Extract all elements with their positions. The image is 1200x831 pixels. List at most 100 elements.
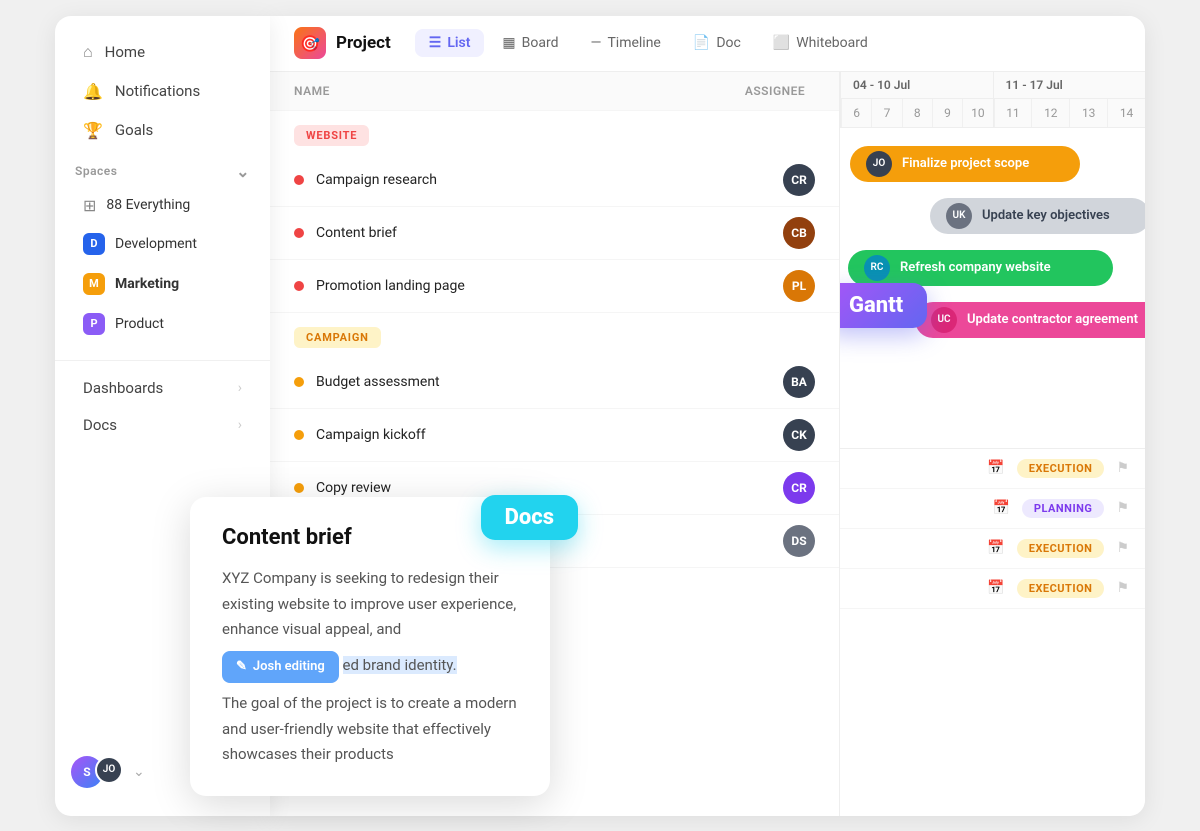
docs-paragraph-1: XYZ Company is seeking to redesign their… (222, 566, 518, 643)
right-row: 📅 EXECUTION ⚑ (840, 529, 1145, 569)
gantt-day: 12 (1031, 99, 1069, 127)
task-dot (294, 377, 304, 387)
task-dot (294, 281, 304, 291)
board-icon: ▦ (502, 35, 515, 51)
flag-icon: ⚑ (1116, 540, 1129, 556)
tab-list[interactable]: ☰ List (415, 29, 485, 57)
spaces-collapse-icon[interactable]: ⌄ (236, 162, 250, 181)
right-row: 📅 EXECUTION ⚑ (840, 569, 1145, 609)
week-label-1: 04 - 10 Jul (841, 72, 993, 99)
chevron-right-icon: › (238, 380, 242, 396)
website-badge: WEBSITE (294, 125, 369, 146)
task-dot (294, 228, 304, 238)
task-header-row: NAME ASSIGNEE (270, 72, 839, 111)
task-name: Budget assessment (316, 374, 771, 390)
gantt-bar-contractor: UC Update contractor agreement (915, 302, 1145, 338)
sidebar-item-everything[interactable]: ⊞ 88 Everything (63, 188, 262, 223)
docs-overlay-title: Content brief (222, 525, 518, 550)
edit-icon: ✎ (236, 656, 247, 678)
assignee-avatar: CK (783, 419, 815, 451)
flag-icon: ⚑ (1116, 580, 1129, 596)
task-name: Campaign kickoff (316, 427, 771, 443)
bar-label-4: Update contractor agreement (967, 312, 1138, 327)
sidebar-item-product[interactable]: P Product (63, 305, 262, 343)
gantt-body: JO Finalize project scope UK Update key … (840, 128, 1145, 448)
avatar-container: S JO (71, 756, 123, 788)
flag-icon: ⚑ (1116, 460, 1129, 476)
sidebar-item-marketing[interactable]: M Marketing (63, 265, 262, 303)
sidebar-item-goals-label: Goals (115, 121, 153, 139)
gantt-day: 6 (841, 99, 871, 127)
sidebar-item-product-label: Product (115, 316, 164, 332)
tab-whiteboard[interactable]: ⬜ Whiteboard (759, 29, 882, 57)
gantt-day: 11 (994, 99, 1032, 127)
campaign-section-header: CAMPAIGN (270, 313, 839, 356)
tab-board[interactable]: ▦ Board (488, 29, 572, 57)
gantt-bar-refresh: RC Refresh company website (848, 250, 1113, 286)
sidebar-item-marketing-label: Marketing (115, 276, 179, 292)
gantt-days-1: 6 7 8 9 10 (841, 99, 993, 127)
gantt-days-2: 11 12 13 14 (994, 99, 1146, 127)
gantt-day: 10 (962, 99, 992, 127)
whiteboard-icon: ⬜ (773, 35, 790, 51)
calendar-icon: 📅 (992, 500, 1009, 516)
docs-label: Docs (83, 416, 226, 434)
assignee-avatar: CR (783, 164, 815, 196)
status-badge: EXECUTION (1017, 539, 1105, 558)
task-row[interactable]: Campaign kickoff CK (270, 409, 839, 462)
calendar-icon: 📅 (987, 540, 1004, 556)
task-name: Copy review (316, 480, 771, 496)
grid-icon: ⊞ (83, 196, 96, 215)
sidebar-item-notifications[interactable]: 🔔 Notifications (63, 73, 262, 110)
calendar-icon: 📅 (987, 460, 1004, 476)
col-assignee: ASSIGNEE (735, 84, 815, 98)
sidebar-item-docs[interactable]: Docs › (63, 407, 262, 443)
josh-editing-label: Josh editing (253, 656, 325, 678)
task-dot (294, 430, 304, 440)
trophy-icon: 🏆 (83, 121, 103, 140)
header-tabs: 🎯 Project ☰ List ▦ Board ― Timeline 📄 Do… (270, 16, 1145, 72)
task-name: Promotion landing page (316, 278, 771, 294)
gantt-day: 9 (932, 99, 962, 127)
assignee-avatar: DS (783, 525, 815, 557)
bar-label-2: Update key objectives (982, 208, 1110, 223)
calendar-icon: 📅 (987, 580, 1004, 596)
sidebar-item-dashboards[interactable]: Dashboards › (63, 370, 262, 406)
bar-label-3: Refresh company website (900, 260, 1051, 275)
gantt-day: 8 (902, 99, 932, 127)
task-row[interactable]: Campaign research CR (270, 154, 839, 207)
docs-overlay-content: XYZ Company is seeking to redesign their… (222, 566, 518, 767)
tab-doc[interactable]: 📄 Doc (679, 29, 755, 57)
bar-label-1: Finalize project scope (902, 156, 1029, 171)
tab-timeline[interactable]: ― Timeline (577, 29, 675, 57)
week-label-2: 11 - 17 Jul (994, 72, 1146, 99)
sidebar-item-development[interactable]: D Development (63, 225, 262, 263)
gantt-header: 04 - 10 Jul 6 7 8 9 10 11 - 17 Jul 11 (840, 72, 1145, 128)
website-section-header: WEBSITE (270, 111, 839, 154)
gantt-panel: 04 - 10 Jul 6 7 8 9 10 11 - 17 Jul 11 (840, 72, 1145, 816)
spaces-section: Spaces ⌄ (55, 150, 270, 187)
docs-highlighted-text: ed brand identity. (343, 656, 457, 674)
gantt-bar-update: UK Update key objectives (930, 198, 1145, 234)
task-row[interactable]: Budget assessment BA (270, 356, 839, 409)
sidebar-item-development-label: Development (115, 236, 197, 252)
task-name: Campaign research (316, 172, 771, 188)
bar-avatar-2: UK (946, 203, 972, 229)
sidebar-item-home[interactable]: ⌂ Home (63, 33, 262, 71)
status-badge: EXECUTION (1017, 579, 1105, 598)
assignee-avatar: PL (783, 270, 815, 302)
task-name: Content brief (316, 225, 771, 241)
gantt-week-1: 04 - 10 Jul 6 7 8 9 10 (840, 72, 993, 127)
project-title: Project (336, 33, 391, 53)
josh-editing-badge: ✎ Josh editing (222, 651, 339, 683)
task-row[interactable]: Content brief CB (270, 207, 839, 260)
marketing-badge: M (83, 273, 105, 295)
chevron-right-icon-2: › (238, 417, 242, 433)
assignee-avatar: CB (783, 217, 815, 249)
product-badge: P (83, 313, 105, 335)
gantt-week-2: 11 - 17 Jul 11 12 13 14 (993, 72, 1146, 127)
task-row[interactable]: Promotion landing page PL (270, 260, 839, 313)
bar-avatar-4: UC (931, 307, 957, 333)
sidebar-item-goals[interactable]: 🏆 Goals (63, 112, 262, 149)
chevron-down-icon: ⌄ (133, 764, 145, 780)
